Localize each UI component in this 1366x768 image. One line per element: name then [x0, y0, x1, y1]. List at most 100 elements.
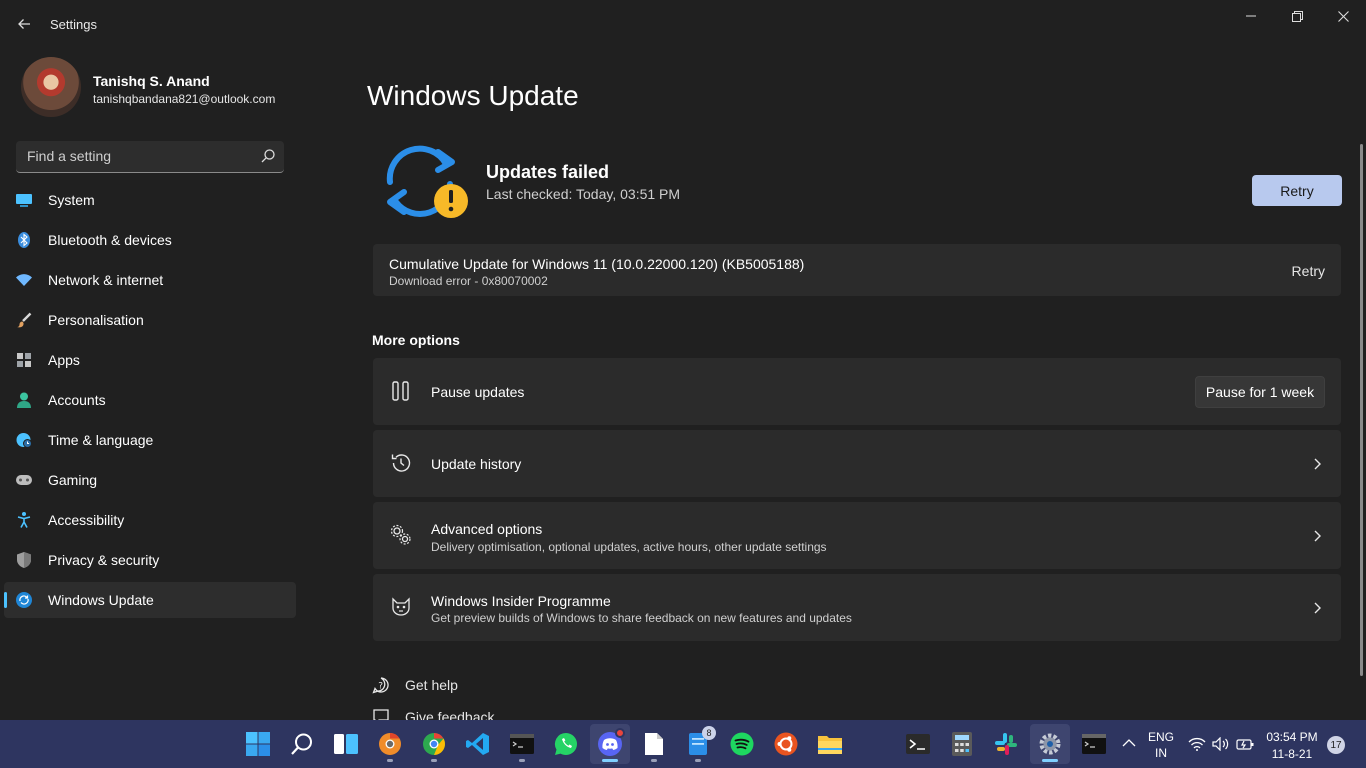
sidebar-item-accessibility[interactable]: Accessibility [4, 502, 296, 538]
chrome-icon [423, 733, 445, 755]
wifi-icon [16, 272, 32, 288]
language-indicator[interactable]: ENG IN [1146, 730, 1176, 760]
get-help-link[interactable]: Get help [405, 677, 458, 693]
brush-icon [16, 312, 32, 328]
sidebar-item-label: Time & language [48, 432, 154, 448]
search-input[interactable] [16, 141, 252, 171]
back-arrow-icon [18, 19, 30, 29]
slack-app[interactable] [986, 724, 1026, 764]
update-icon [16, 592, 32, 608]
search-icon[interactable] [260, 148, 276, 164]
back-button[interactable] [10, 10, 38, 38]
insider-programme-description: Get preview builds of Windows to share f… [431, 611, 852, 625]
search-button[interactable] [282, 724, 322, 764]
retry-button[interactable]: Retry [1252, 175, 1342, 206]
advanced-options-label: Advanced options [431, 521, 543, 537]
restore-button[interactable] [1274, 0, 1320, 32]
running-indicator [431, 759, 437, 762]
widgets-icon [334, 734, 358, 754]
start-button[interactable] [238, 724, 278, 764]
scrollbar[interactable] [1360, 144, 1363, 676]
sidebar-item-label: Personalisation [48, 312, 144, 328]
settings-app[interactable] [1030, 724, 1070, 764]
ubuntu-icon [774, 732, 798, 756]
sidebar-item-network[interactable]: Network & internet [4, 262, 296, 298]
chrome-dev-icon [379, 733, 401, 755]
sidebar-item-label: Bluetooth & devices [48, 232, 172, 248]
user-profile[interactable]: Tanishq S. Anand tanishqbandana821@outlo… [20, 56, 340, 118]
sidebar-item-bluetooth[interactable]: Bluetooth & devices [4, 222, 296, 258]
gears-icon [390, 524, 411, 545]
terminal-icon [906, 734, 930, 754]
last-checked-text: Last checked: Today, 03:51 PM [486, 186, 681, 202]
folder-icon [818, 736, 842, 754]
file-icon [645, 733, 663, 755]
calculator-app[interactable] [942, 724, 982, 764]
pause-for-1-week-button[interactable]: Pause for 1 week [1195, 376, 1325, 408]
advanced-options-card[interactable]: Advanced options Delivery optimisation, … [373, 502, 1341, 569]
windows-terminal-app[interactable] [898, 724, 938, 764]
chevron-right-icon [1314, 602, 1321, 614]
update-history-card[interactable]: Update history [373, 430, 1341, 497]
notification-count-badge[interactable]: 17 [1327, 736, 1345, 754]
give-feedback-link[interactable]: Give feedback [405, 709, 495, 720]
discord-app[interactable] [590, 724, 630, 764]
spotify-app[interactable] [722, 724, 762, 764]
profile-email: tanishqbandana821@outlook.com [93, 92, 276, 106]
running-indicator [695, 759, 701, 762]
restore-icon [1291, 10, 1303, 22]
search-box [16, 141, 284, 173]
apps-icon [16, 352, 32, 368]
explorer-app[interactable] [810, 724, 850, 764]
chrome-dev-app[interactable] [370, 724, 410, 764]
update-item-retry-button[interactable]: Retry [1292, 263, 1325, 279]
volume-icon[interactable] [1212, 737, 1230, 751]
ubuntu-app[interactable] [766, 724, 806, 764]
sidebar-item-accounts[interactable]: Accounts [4, 382, 296, 418]
notes-badge: 8 [702, 726, 716, 740]
failed-update-card: Cumulative Update for Windows 11 (10.0.2… [373, 244, 1341, 296]
update-item-error: Download error - 0x80070002 [389, 274, 548, 288]
chevron-up-icon[interactable] [1122, 738, 1136, 748]
advanced-options-description: Delivery optimisation, optional updates,… [431, 540, 827, 554]
person-icon [16, 392, 32, 408]
whatsapp-app[interactable] [546, 724, 586, 764]
minimize-icon [1246, 15, 1256, 17]
vscode-app[interactable] [458, 724, 498, 764]
whatsapp-icon [554, 732, 577, 755]
update-item-title: Cumulative Update for Windows 11 (10.0.2… [389, 256, 805, 272]
clock[interactable]: 03:54 PM 11-8-21 [1262, 730, 1322, 761]
sidebar-item-windows-update[interactable]: Windows Update [4, 582, 296, 618]
pause-icon [392, 381, 409, 401]
sidebar-item-time-language[interactable]: Time & language [4, 422, 296, 458]
close-button[interactable] [1320, 0, 1366, 32]
running-indicator [387, 759, 393, 762]
cmd-app[interactable] [1074, 724, 1114, 764]
running-indicator [1042, 759, 1058, 762]
chrome-canary-app[interactable] [414, 724, 454, 764]
status-title: Updates failed [486, 162, 610, 182]
sidebar-item-personalisation[interactable]: Personalisation [4, 302, 296, 338]
sidebar-item-apps[interactable]: Apps [4, 342, 296, 378]
wifi-icon[interactable] [1188, 737, 1206, 751]
notification-dot [615, 728, 625, 738]
globe-clock-icon [16, 432, 32, 448]
sidebar-item-privacy[interactable]: Privacy & security [4, 542, 296, 578]
notes-app[interactable]: 8 [678, 724, 718, 764]
terminal-app[interactable] [502, 724, 542, 764]
minimize-button[interactable] [1228, 0, 1274, 32]
chevron-right-icon [1314, 458, 1321, 470]
title-bar: Settings [0, 0, 1366, 48]
chevron-right-icon [1314, 530, 1321, 542]
search-icon [291, 733, 312, 755]
notepad-app[interactable] [634, 724, 674, 764]
insider-programme-card[interactable]: Windows Insider Programme Get preview bu… [373, 574, 1341, 641]
pause-updates-card: Pause updates Pause for 1 week [373, 358, 1341, 425]
sidebar-item-gaming[interactable]: Gaming [4, 462, 296, 498]
widgets-button[interactable] [326, 724, 366, 764]
close-icon [1337, 10, 1349, 22]
battery-charging-icon[interactable] [1236, 738, 1254, 750]
slack-icon [995, 733, 1017, 755]
sidebar-item-label: Accounts [48, 392, 106, 408]
sidebar-item-system[interactable]: System [4, 182, 296, 218]
